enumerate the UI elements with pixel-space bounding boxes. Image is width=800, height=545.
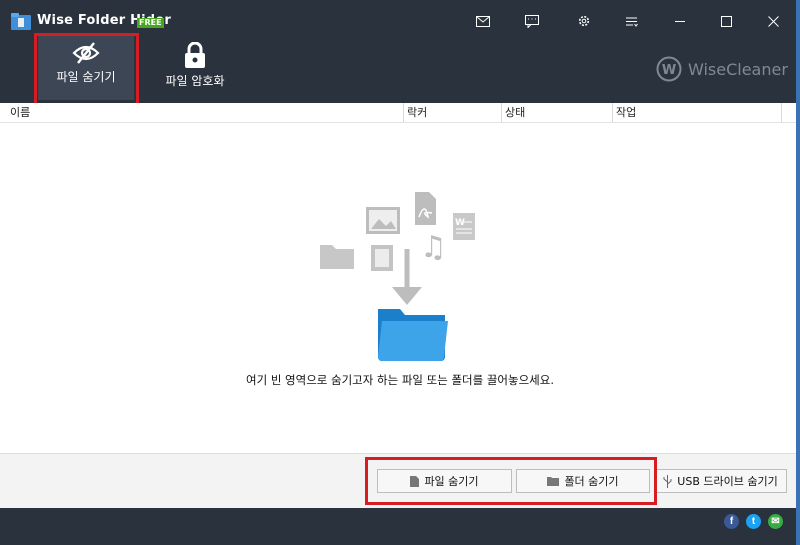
arrow-down-icon [392,287,422,305]
svg-text:W: W [455,218,465,228]
highlight-box-action-buttons [365,457,657,505]
highlight-box-hide-file [34,33,139,106]
usb-hide-button-label: USB 드라이브 숨기기 [677,475,778,488]
footer-bar [0,508,800,545]
facebook-icon[interactable]: f [724,514,739,529]
free-badge: FREE [137,18,164,28]
file-list-header: 이름 락커 상태 작업 [0,103,800,123]
twitter-icon[interactable]: t [746,514,761,529]
pdf-icon [415,192,436,225]
music-note-icon: ♫ [420,230,447,265]
maximize-icon[interactable] [716,12,736,30]
column-status[interactable]: 상태 [502,103,613,122]
lock-icon [185,42,205,68]
column-action[interactable]: 작업 [613,103,782,122]
drop-illustration: W ♫ [320,192,475,362]
column-name[interactable]: 이름 [7,103,404,122]
mail-icon[interactable] [473,12,493,30]
settings-gear-icon[interactable] [574,12,594,30]
wisecleaner-brand: W WiseCleaner [656,56,788,82]
folder-small-icon [320,245,354,269]
email-share-icon[interactable]: ✉ [768,514,783,529]
desktop-background [796,0,800,545]
app-logo-icon [11,13,31,30]
wisecleaner-logo-icon: W [656,56,682,82]
brand-name: WiseCleaner [688,59,788,79]
encrypt-file-tool-label: 파일 암호화 [165,74,225,88]
minimize-icon[interactable] [670,12,690,30]
close-icon[interactable] [763,12,783,30]
drop-zone[interactable]: W ♫ 여기 빈 영역으로 숨기고자 하는 파일 또는 폴더를 끌어놓으세요. [0,123,800,453]
usb-icon [663,474,672,488]
feedback-icon[interactable] [522,12,542,30]
usb-hide-button[interactable]: USB 드라이브 숨기기 [654,469,787,493]
app-window: Wise Folder Hider FREE 파일 숨기기 파일 암호화 W W… [0,0,800,545]
menu-icon[interactable] [621,12,641,30]
svg-text:W: W [662,63,676,78]
column-locker[interactable]: 락커 [404,103,502,122]
drop-hint: 여기 빈 영역으로 숨기고자 하는 파일 또는 폴더를 끌어놓으세요. [246,373,554,387]
encrypt-file-tool[interactable]: 파일 암호화 [147,36,243,100]
